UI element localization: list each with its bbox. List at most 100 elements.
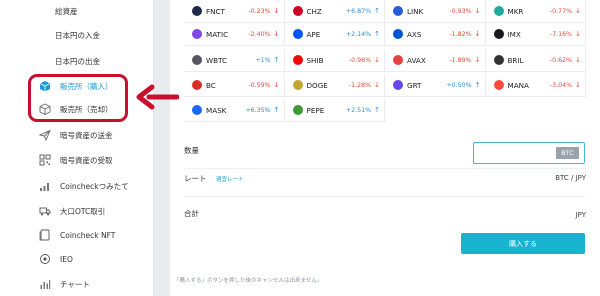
coin-symbol: PEPE bbox=[306, 105, 325, 115]
ape-icon bbox=[292, 29, 303, 39]
coin-cell-pepe[interactable]: PEPE +2.51% ↑ bbox=[284, 99, 385, 122]
arrow-down-icon: ↓ bbox=[474, 30, 481, 38]
mana-icon bbox=[493, 80, 504, 90]
grt-icon bbox=[393, 80, 403, 90]
arrow-down-icon: ↓ bbox=[474, 7, 481, 15]
arrow-up-icon: ↑ bbox=[374, 106, 380, 114]
coin-change: -1.82% bbox=[449, 30, 472, 38]
coin-change: -1.28% bbox=[348, 81, 372, 89]
sidebar-item-chart[interactable]: チャート bbox=[0, 273, 154, 295]
coin-cell-doge[interactable]: DOGE -1.28% ↓ bbox=[284, 74, 385, 97]
coin-symbol: SHIB bbox=[306, 55, 324, 65]
arrow-down-icon: ↓ bbox=[273, 7, 280, 15]
coin-symbol: MATIC bbox=[206, 29, 229, 39]
coin-cell-chz[interactable]: CHZ +6.87% ↑ bbox=[284, 0, 385, 23]
coin-cell-matic[interactable]: MATIC -2.40% ↓ bbox=[184, 23, 285, 46]
coin-change: -3.04% bbox=[549, 81, 573, 89]
arrow-down-icon: ↓ bbox=[575, 56, 581, 64]
coin-change: +1% bbox=[255, 56, 271, 64]
coin-cell-bc[interactable]: BC -0.59% ↓ bbox=[184, 74, 285, 97]
arrow-down-icon: ↓ bbox=[374, 56, 380, 64]
arrow-down-icon: ↓ bbox=[374, 81, 380, 89]
coin-symbol: MANA bbox=[507, 80, 529, 90]
arrow-down-icon: ↓ bbox=[273, 30, 280, 38]
app-root: 総資産 日本円の入金 日本円の出金 販売所（購入） 販売所（売却） 暗号資産の送… bbox=[0, 0, 600, 296]
coin-cell-avax[interactable]: AVAX -1.89% ↓ bbox=[385, 49, 486, 72]
coin-symbol: MASK bbox=[206, 105, 227, 115]
rate-link[interactable]: 適宜レート bbox=[216, 175, 244, 183]
mkr-icon bbox=[493, 6, 504, 16]
sidebar-item-label: 日本円の入金 bbox=[55, 30, 100, 40]
coin-cell-mask[interactable]: MASK +6.35% ↑ bbox=[184, 99, 285, 122]
divider bbox=[184, 168, 586, 169]
coin-row: BC -0.59% ↓ DOGE -1.28% ↓ GRT +0.50% ↑ MANA -3.04%… bbox=[184, 74, 586, 97]
sidebar-item-jpy-deposit[interactable]: 日本円の入金 bbox=[0, 24, 154, 46]
sidebar-item-label: チャート bbox=[60, 279, 90, 289]
bar-chart-icon bbox=[39, 278, 51, 290]
coin-cell-shib[interactable]: SHIB -0.96% ↓ bbox=[284, 49, 385, 72]
arrow-up-icon: ↑ bbox=[374, 30, 380, 38]
avax-icon bbox=[393, 55, 403, 65]
sidebar-item-ieo[interactable]: IEO bbox=[0, 248, 154, 270]
arrow-down-icon: ↓ bbox=[575, 30, 581, 38]
sidebar-item-receive[interactable]: 暗号資産の受取 bbox=[0, 149, 154, 171]
fnct-icon bbox=[192, 6, 202, 16]
coin-change: -0.62% bbox=[549, 56, 573, 64]
sidebar-item-label: 総資産 bbox=[55, 6, 78, 16]
coin-cell-imx[interactable]: IMX -7.16% ↓ bbox=[485, 23, 586, 46]
nft-card-icon bbox=[39, 229, 51, 241]
mask-icon bbox=[192, 105, 202, 115]
coin-cell-mkr[interactable]: MKR -0.77% ↓ bbox=[485, 0, 586, 23]
link-icon bbox=[393, 6, 403, 16]
main-panel: FNCT -0.23% ↓ CHZ +6.87% ↑ LINK -0.93% ↓ MKR -0.77… bbox=[170, 0, 600, 296]
sidebar-item-label: Coincheck NFT bbox=[60, 230, 116, 240]
coin-cell-bril[interactable]: BRIL -0.62% ↓ bbox=[485, 49, 586, 72]
bril-icon bbox=[493, 55, 504, 65]
coin-cell-grt[interactable]: GRT +0.50% ↑ bbox=[385, 74, 486, 97]
coin-symbol: FNCT bbox=[206, 6, 225, 16]
sidebar-item-nft[interactable]: Coincheck NFT bbox=[0, 224, 154, 246]
coin-symbol: AVAX bbox=[407, 55, 426, 65]
growth-chart-icon bbox=[39, 180, 51, 192]
coin-cell-ape[interactable]: APE +2.14% ↑ bbox=[284, 23, 385, 46]
coin-row: FNCT -0.23% ↓ CHZ +6.87% ↑ LINK -0.93% ↓ MKR -0.77… bbox=[184, 0, 586, 23]
sidebar-item-jpy-withdraw[interactable]: 日本円の出金 bbox=[0, 50, 154, 72]
coin-symbol: GRT bbox=[407, 80, 422, 90]
footnote: 「購入する」ボタンを押した後のキャンセルは出来ません。 bbox=[174, 278, 323, 284]
sidebar-item-tsumitate[interactable]: Coincheckつみたて bbox=[0, 175, 154, 197]
rate-label: レート bbox=[184, 174, 207, 183]
sidebar-item-label: 日本円の出金 bbox=[55, 56, 100, 66]
quantity-input[interactable]: BTC bbox=[473, 142, 585, 164]
axs-icon bbox=[393, 29, 403, 39]
coin-change: +2.14% bbox=[345, 30, 372, 38]
coin-cell-mana[interactable]: MANA -3.04% ↓ bbox=[485, 74, 586, 97]
coin-change: -1.89% bbox=[449, 56, 472, 64]
qr-code-icon bbox=[39, 154, 51, 166]
coin-change: -7.16% bbox=[549, 30, 573, 38]
sidebar-item-send[interactable]: 暗号資産の送金 bbox=[0, 124, 154, 146]
coin-change: -0.23% bbox=[248, 7, 271, 15]
coin-change: -0.77% bbox=[549, 7, 573, 15]
coin-cell-link[interactable]: LINK -0.93% ↓ bbox=[385, 0, 486, 23]
coin-row: WBTC +1% ↑ SHIB -0.96% ↓ AVAX -1.89% ↓ BRIL -0.62%… bbox=[184, 49, 586, 72]
buy-button[interactable]: 購入する bbox=[461, 233, 585, 254]
truck-icon bbox=[39, 205, 51, 217]
sidebar-item-label: IEO bbox=[60, 254, 73, 264]
arrow-up-icon: ↑ bbox=[273, 106, 280, 114]
coin-cell-axs[interactable]: AXS -1.82% ↓ bbox=[385, 23, 486, 46]
sidebar-item-otc[interactable]: 大口OTC取引 bbox=[0, 200, 154, 222]
sidebar: 総資産 日本円の入金 日本円の出金 販売所（購入） 販売所（売却） 暗号資産の送… bbox=[0, 0, 154, 296]
coin-cell-wbtc[interactable]: WBTC +1% ↑ bbox=[184, 49, 285, 72]
sidebar-item-label: 大口OTC取引 bbox=[60, 206, 106, 216]
coin-symbol: DOGE bbox=[306, 80, 328, 90]
total-unit: JPY bbox=[575, 211, 586, 219]
coin-cell-fnct[interactable]: FNCT -0.23% ↓ bbox=[184, 0, 285, 23]
wbtc-icon bbox=[192, 55, 202, 65]
coin-change: +6.35% bbox=[245, 106, 271, 114]
coin-symbol: APE bbox=[306, 29, 321, 39]
arrow-down-icon: ↓ bbox=[575, 81, 581, 89]
sidebar-item-total-assets[interactable]: 総資産 bbox=[0, 0, 154, 22]
coin-change: -0.93% bbox=[449, 7, 472, 15]
pepe-icon bbox=[292, 105, 303, 115]
sidebar-item-label: 暗号資産の送金 bbox=[60, 130, 113, 140]
